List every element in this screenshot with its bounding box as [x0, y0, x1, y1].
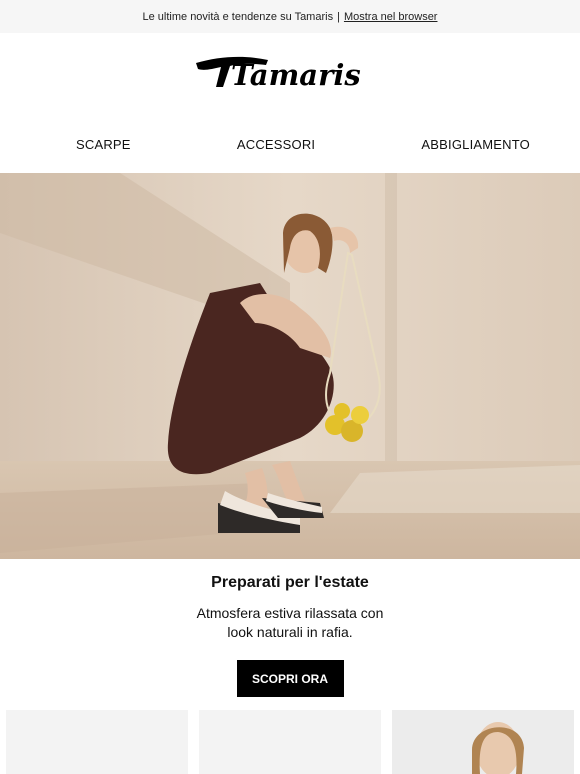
promo-headline: Preparati per l'estate — [211, 574, 369, 591]
preheader-bar: Le ultime novità e tendenze su Tamaris |… — [0, 0, 580, 33]
logo-text: Tamaris — [231, 58, 361, 92]
preheader-text: Le ultime novità e tendenze su Tamaris — [142, 10, 334, 23]
promo-description-line1: Atmosfera estiva rilassata con — [196, 605, 384, 621]
shop-now-button[interactable]: SCOPRI ORA — [236, 660, 344, 697]
view-in-browser-link[interactable]: Mostra nel browser — [344, 11, 438, 23]
product-tile[interactable] — [392, 710, 574, 774]
nav-item-abbigliamento[interactable]: ABBIGLIAMENTO — [421, 137, 530, 152]
product-tile[interactable] — [199, 710, 381, 774]
model-thumbnail — [392, 710, 574, 774]
main-navigation: SCARPE ACCESSORI ABBIGLIAMENTO — [0, 115, 580, 173]
preheader-separator: | — [337, 10, 340, 23]
nav-item-scarpe[interactable]: SCARPE — [76, 137, 131, 152]
nav-item-accessori[interactable]: ACCESSORI — [237, 137, 315, 152]
tamaris-logo[interactable]: Tamaris — [190, 54, 390, 94]
promo-description: Atmosfera estiva rilassata con look natu… — [0, 604, 580, 642]
product-tile[interactable] — [6, 710, 188, 774]
product-tiles — [6, 710, 574, 774]
hero-image[interactable] — [0, 173, 580, 559]
promo-section: Preparati per l'estate Atmosfera estiva … — [0, 574, 580, 697]
logo-container: Tamaris — [0, 33, 580, 115]
promo-description-line2: look naturali in rafia. — [227, 624, 353, 640]
